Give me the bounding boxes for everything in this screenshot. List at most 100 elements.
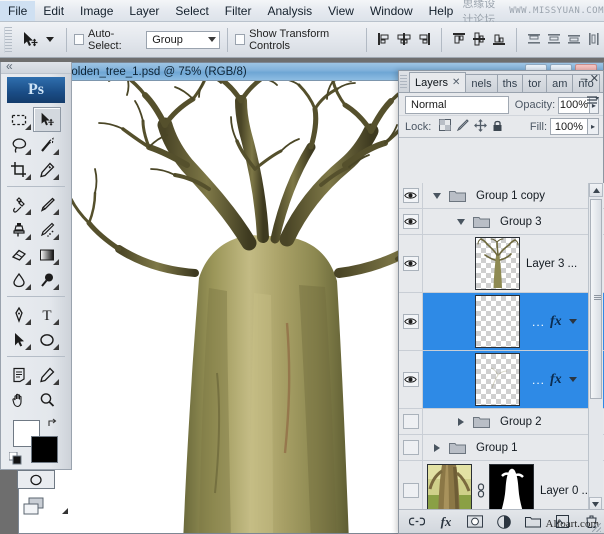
background-color-swatch[interactable] bbox=[31, 436, 58, 463]
layer-row-layer-3[interactable]: Layer 3 ... bbox=[399, 235, 604, 293]
brush-tool[interactable] bbox=[33, 192, 61, 217]
auto-select-dropdown[interactable]: Group bbox=[146, 31, 220, 49]
distribute-bottom-edges-button[interactable] bbox=[565, 30, 583, 50]
zoom-tool[interactable] bbox=[33, 387, 61, 412]
group-disclosure-triangle-right-icon[interactable] bbox=[453, 418, 469, 426]
eye-icon[interactable] bbox=[403, 314, 419, 329]
fill-input[interactable]: 100% bbox=[550, 118, 588, 135]
panel-resize-handle[interactable] bbox=[592, 523, 601, 532]
swap-colors-icon[interactable] bbox=[47, 418, 59, 433]
fill-stepper[interactable]: ▸ bbox=[588, 118, 599, 135]
history-brush-tool[interactable] bbox=[33, 217, 61, 242]
eyedropper-tool[interactable] bbox=[33, 157, 61, 182]
options-bar-grip[interactable] bbox=[4, 27, 12, 53]
eye-icon-hidden[interactable] bbox=[403, 440, 419, 455]
menu-item-image[interactable]: Image bbox=[72, 1, 121, 21]
panel-menu-icon[interactable] bbox=[586, 93, 600, 107]
align-right-edges-button[interactable] bbox=[415, 30, 433, 50]
link-layers-icon[interactable] bbox=[409, 514, 425, 530]
lock-position-icon[interactable] bbox=[474, 119, 487, 135]
screen-mode-button[interactable] bbox=[1, 495, 71, 519]
eye-icon[interactable] bbox=[403, 188, 419, 203]
group-disclosure-triangle-down-icon[interactable] bbox=[453, 219, 469, 225]
new-group-icon[interactable] bbox=[525, 514, 541, 530]
layer-thumbnail[interactable] bbox=[475, 353, 520, 406]
blend-mode-dropdown[interactable]: Normal bbox=[405, 96, 509, 114]
layer-row-group-1-copy[interactable]: Group 1 copy bbox=[399, 183, 604, 209]
menu-item-select[interactable]: Select bbox=[167, 1, 216, 21]
tool-preset-picker[interactable] bbox=[15, 30, 59, 50]
layer-row-group-3[interactable]: Group 3 bbox=[399, 209, 604, 235]
layer-effects-fx-icon[interactable]: fx bbox=[550, 372, 562, 388]
crop-tool[interactable] bbox=[5, 157, 33, 182]
hand-tool[interactable] bbox=[5, 387, 33, 412]
magic-wand-tool[interactable] bbox=[33, 132, 61, 157]
layer-row-group-1[interactable]: Group 1 bbox=[399, 435, 604, 461]
tab-history[interactable]: tor bbox=[522, 74, 547, 92]
menu-item-view[interactable]: View bbox=[320, 1, 362, 21]
tab-channels[interactable]: nels bbox=[465, 74, 497, 92]
tools-panel-collapse-icon[interactable] bbox=[1, 62, 71, 74]
layer-row-layer-0[interactable]: Layer 0 ... bbox=[399, 461, 604, 511]
layer-row-selected-2[interactable]: ... fx bbox=[399, 351, 604, 409]
group-disclosure-triangle-right-icon[interactable] bbox=[429, 444, 445, 452]
quick-mask-toggle[interactable] bbox=[1, 470, 71, 489]
scrollbar-thumb[interactable] bbox=[590, 199, 602, 399]
align-vertical-centers-button[interactable] bbox=[470, 30, 488, 50]
effects-disclosure-triangle-icon[interactable] bbox=[569, 377, 577, 382]
lock-transparent-pixels-icon[interactable] bbox=[439, 119, 451, 134]
gradient-tool[interactable] bbox=[33, 242, 61, 267]
tab-layers[interactable]: Layers ✕ bbox=[409, 72, 466, 92]
clone-stamp-tool[interactable] bbox=[5, 217, 33, 242]
align-bottom-edges-button[interactable] bbox=[490, 30, 508, 50]
type-tool[interactable]: T bbox=[33, 302, 61, 327]
layers-scrollbar[interactable] bbox=[588, 183, 603, 511]
path-selection-tool[interactable] bbox=[5, 327, 33, 352]
distribute-left-edges-button[interactable] bbox=[585, 30, 603, 50]
rectangular-marquee-tool[interactable] bbox=[5, 107, 33, 132]
align-horizontal-centers-button[interactable] bbox=[395, 30, 413, 50]
distribute-top-edges-button[interactable] bbox=[525, 30, 543, 50]
move-tool[interactable] bbox=[33, 107, 61, 132]
lasso-tool[interactable] bbox=[5, 132, 33, 157]
scroll-up-arrow-icon[interactable] bbox=[589, 183, 603, 197]
add-layer-mask-icon[interactable] bbox=[467, 514, 483, 530]
menu-item-analysis[interactable]: Analysis bbox=[259, 1, 320, 21]
distribute-vertical-centers-button[interactable] bbox=[545, 30, 563, 50]
dodge-tool[interactable] bbox=[33, 267, 61, 292]
menu-item-window[interactable]: Window bbox=[362, 1, 421, 21]
layers-list[interactable]: Group 1 copy Group 3 bbox=[399, 183, 604, 511]
lock-all-icon[interactable] bbox=[492, 119, 503, 135]
menu-item-help[interactable]: Help bbox=[421, 1, 462, 21]
layer-row-group-2[interactable]: Group 2 bbox=[399, 409, 604, 435]
panel-drag-handle[interactable] bbox=[400, 75, 407, 89]
eye-icon[interactable] bbox=[403, 256, 419, 271]
pen-tool[interactable] bbox=[5, 302, 33, 327]
ellipse-shape-tool[interactable] bbox=[33, 327, 61, 352]
color-sampler-tool[interactable] bbox=[33, 362, 61, 387]
eraser-tool[interactable] bbox=[5, 242, 33, 267]
eye-icon-hidden[interactable] bbox=[403, 483, 419, 498]
tab-histogram[interactable]: am bbox=[546, 74, 573, 92]
layer-effects-fx-icon[interactable]: fx bbox=[550, 314, 562, 330]
notes-tool[interactable] bbox=[5, 362, 33, 387]
link-layer-mask-icon[interactable] bbox=[475, 483, 486, 499]
tool-preset-chevron-down-icon[interactable] bbox=[46, 34, 54, 46]
align-top-edges-button[interactable] bbox=[450, 30, 468, 50]
close-icon[interactable]: ✕ bbox=[452, 77, 460, 88]
layer-thumbnail[interactable] bbox=[475, 295, 520, 348]
auto-select-checkbox[interactable] bbox=[74, 34, 84, 45]
layer-row-selected-1[interactable]: ... fx bbox=[399, 293, 604, 351]
layer-mask-thumbnail[interactable] bbox=[489, 464, 534, 511]
blur-tool[interactable] bbox=[5, 267, 33, 292]
new-adjustment-layer-icon[interactable] bbox=[496, 514, 512, 530]
healing-brush-tool[interactable] bbox=[5, 192, 33, 217]
layer-thumbnail[interactable] bbox=[475, 237, 520, 290]
eye-icon-hidden[interactable] bbox=[403, 414, 419, 429]
default-colors-icon[interactable] bbox=[9, 452, 21, 464]
eye-icon[interactable] bbox=[403, 214, 419, 229]
menu-item-layer[interactable]: Layer bbox=[121, 1, 167, 21]
layer-thumbnail[interactable] bbox=[427, 464, 472, 511]
add-layer-style-icon[interactable]: fx bbox=[438, 514, 454, 530]
panel-window-controls[interactable]: – ✕ bbox=[581, 72, 599, 85]
